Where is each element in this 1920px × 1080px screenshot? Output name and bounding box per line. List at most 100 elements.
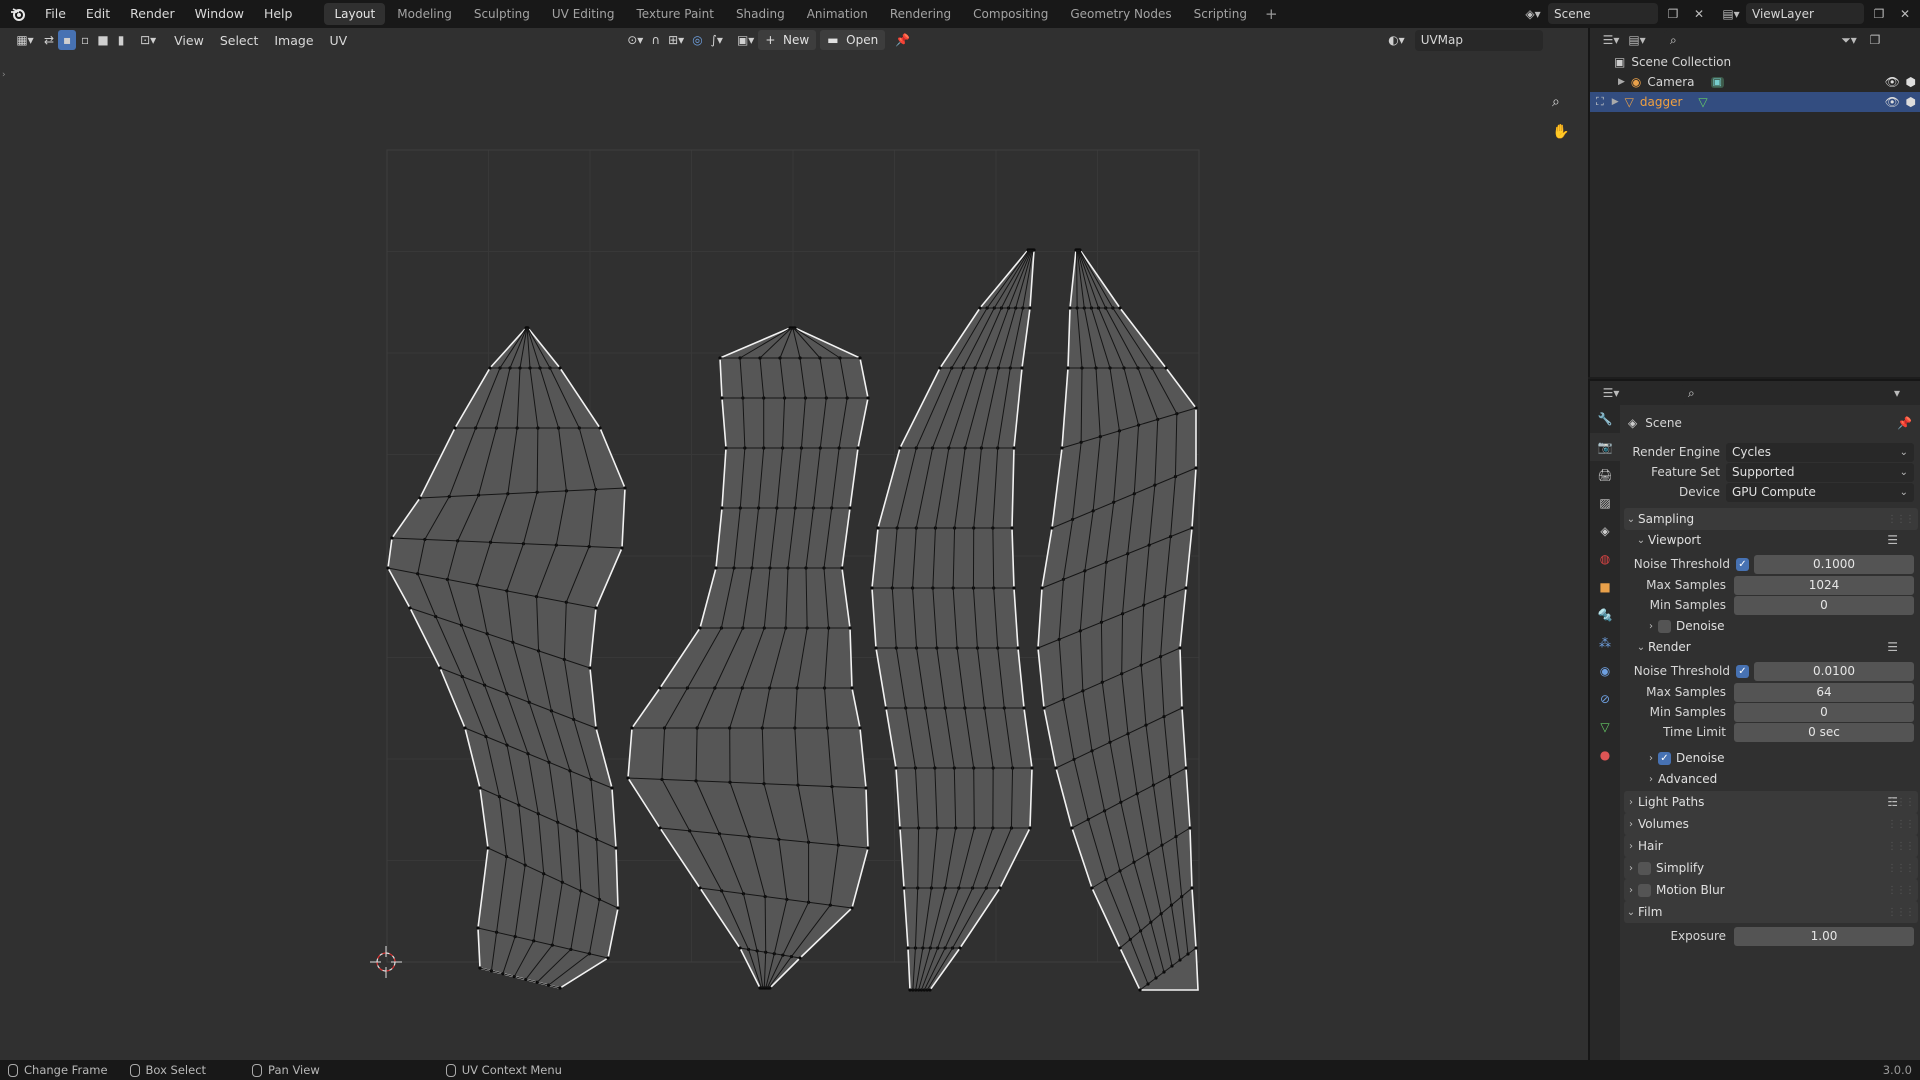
tab-rendering[interactable]: Rendering bbox=[880, 3, 961, 25]
viewport-noise-field[interactable]: 0.1000 bbox=[1754, 554, 1914, 574]
render-engine-dropdown[interactable]: Cycles ⌄ bbox=[1726, 442, 1914, 462]
denoise-checkbox[interactable]: ✓ bbox=[1658, 751, 1671, 765]
uv-editor[interactable]: ▦▾ ⇄ ▪ ▫ ■ ▮ ⊡▾ View Select Image UV ⊙▾ … bbox=[0, 28, 1588, 1060]
tab-uv-editing[interactable]: UV Editing bbox=[542, 3, 625, 25]
drag-grip-icon[interactable]: ⋮⋮⋮ bbox=[1887, 863, 1915, 874]
data-tab-icon[interactable]: ▽ bbox=[1590, 713, 1620, 741]
tab-shading[interactable]: Shading bbox=[726, 3, 795, 25]
blender-logo-icon[interactable] bbox=[5, 1, 31, 27]
filter-icon[interactable]: ⏷▾ bbox=[1838, 30, 1860, 51]
vertex-select-icon[interactable]: ▪ bbox=[58, 30, 77, 50]
render-subpanel-header[interactable]: ⌄ Render ☰ bbox=[1634, 637, 1918, 657]
image-browse-icon[interactable]: ▣▾ bbox=[733, 30, 758, 50]
world-tab-icon[interactable]: ◍ bbox=[1590, 545, 1620, 573]
face-select-icon[interactable]: ■ bbox=[94, 30, 112, 50]
hair-panel-header[interactable]: › Hair ⋮⋮⋮ bbox=[1624, 835, 1918, 857]
expand-arrow-icon[interactable]: ▶ bbox=[1618, 77, 1625, 87]
menu-render[interactable]: Render bbox=[120, 1, 185, 27]
snap-target-icon[interactable]: ⊞▾ bbox=[664, 30, 688, 50]
light-paths-panel-header[interactable]: › Light Paths ☰ ⋮⋮⋮ bbox=[1624, 791, 1918, 813]
tab-scripting[interactable]: Scripting bbox=[1184, 3, 1257, 25]
viewlayer-name-field[interactable]: ViewLayer bbox=[1746, 3, 1864, 24]
drag-grip-icon[interactable]: ⋮⋮⋮ bbox=[1887, 797, 1915, 808]
viewlayer-browse-icon[interactable]: ▤▾ bbox=[1720, 3, 1742, 24]
edge-select-icon[interactable]: ▫ bbox=[76, 30, 94, 50]
device-dropdown[interactable]: GPU Compute ⌄ bbox=[1726, 482, 1914, 502]
scene-name-field[interactable]: Scene bbox=[1548, 3, 1658, 24]
sampling-panel-header[interactable]: ⌄ Sampling ⋮⋮⋮ bbox=[1624, 508, 1918, 530]
scene-browse-icon[interactable]: ◈▾ bbox=[1522, 3, 1544, 24]
snap-icon[interactable]: ∩ bbox=[647, 30, 664, 50]
visibility-eye-icon[interactable]: 👁 bbox=[1885, 95, 1900, 109]
new-image-button[interactable]: + New bbox=[758, 30, 817, 50]
sync-selection-icon[interactable]: ⇄ bbox=[40, 30, 58, 50]
menu-window[interactable]: Window bbox=[185, 1, 254, 27]
menu-file[interactable]: File bbox=[35, 1, 76, 27]
view-layer-tab-icon[interactable]: ▨ bbox=[1590, 489, 1620, 517]
uv-canvas[interactable] bbox=[0, 28, 1588, 1060]
edit-mode-icon[interactable]: ⛶ bbox=[1596, 95, 1604, 109]
menu-edit[interactable]: Edit bbox=[76, 1, 120, 27]
editor-type-icon[interactable]: ▦▾ bbox=[10, 30, 40, 50]
tool-tab-icon[interactable]: 🔧 bbox=[1590, 405, 1620, 433]
tab-compositing[interactable]: Compositing bbox=[963, 3, 1058, 25]
outliner-item-dagger[interactable]: ⛶ ▶ ▽ dagger ▽ 👁 ⬢ bbox=[1590, 92, 1920, 112]
pivot-icon[interactable]: ⊙▾ bbox=[623, 30, 647, 50]
delete-viewlayer-icon[interactable]: ✕ bbox=[1894, 3, 1916, 24]
advanced-subpanel-header[interactable]: › Advanced bbox=[1644, 769, 1920, 789]
noise-threshold-checkbox[interactable]: ✓ bbox=[1736, 557, 1749, 571]
tab-geometry-nodes[interactable]: Geometry Nodes bbox=[1060, 3, 1181, 25]
volumes-panel-header[interactable]: › Volumes ⋮⋮⋮ bbox=[1624, 813, 1918, 835]
physics-tab-icon[interactable]: ◉ bbox=[1590, 657, 1620, 685]
tab-layout[interactable]: Layout bbox=[324, 3, 386, 25]
motion-blur-panel-header[interactable]: › Motion Blur ⋮⋮⋮ bbox=[1624, 879, 1918, 901]
film-panel-header[interactable]: ⌄ Film ⋮⋮⋮ bbox=[1624, 901, 1918, 923]
render-max-samples-field[interactable]: 64 bbox=[1734, 682, 1914, 702]
drag-grip-icon[interactable]: ⋮⋮⋮ bbox=[1887, 907, 1915, 918]
display-mode-icon[interactable]: ▤▾ bbox=[1626, 30, 1648, 51]
properties-type-icon[interactable]: ☰▾ bbox=[1600, 383, 1622, 404]
simplify-checkbox[interactable] bbox=[1638, 861, 1651, 875]
feature-set-dropdown[interactable]: Supported ⌄ bbox=[1726, 462, 1914, 482]
properties-search-input[interactable]: ⌕ bbox=[1682, 382, 1792, 404]
render-denoise-row[interactable]: › ✓ Denoise bbox=[1644, 748, 1920, 768]
output-tab-icon[interactable]: 🖨 bbox=[1590, 461, 1620, 489]
pan-hand-icon[interactable]: ✋ bbox=[1552, 124, 1570, 142]
object-tab-icon[interactable]: ■ bbox=[1590, 573, 1620, 601]
tab-texture-paint[interactable]: Texture Paint bbox=[627, 3, 724, 25]
motion-blur-checkbox[interactable] bbox=[1638, 883, 1651, 897]
outliner-search-input[interactable]: ⌕ bbox=[1664, 29, 1782, 51]
constraints-tab-icon[interactable]: ⊘ bbox=[1590, 685, 1620, 713]
menu-image[interactable]: Image bbox=[266, 33, 321, 48]
tab-sculpting[interactable]: Sculpting bbox=[464, 3, 540, 25]
simplify-panel-header[interactable]: › Simplify ⋮⋮⋮ bbox=[1624, 857, 1918, 879]
properties-options-icon[interactable]: ▾ bbox=[1886, 383, 1908, 404]
overlays-icon[interactable]: ◐▾ bbox=[1384, 30, 1409, 50]
menu-view[interactable]: View bbox=[166, 33, 212, 48]
tab-animation[interactable]: Animation bbox=[797, 3, 878, 25]
viewport-min-samples-field[interactable]: 0 bbox=[1734, 595, 1914, 615]
render-noise-field[interactable]: 0.0100 bbox=[1754, 661, 1914, 681]
particles-tab-icon[interactable]: ⁂ bbox=[1590, 629, 1620, 657]
uvmap-field[interactable]: UVMap bbox=[1414, 29, 1543, 51]
proportional-edit-icon[interactable]: ◎ bbox=[688, 30, 706, 50]
expand-arrow-icon[interactable]: ▶ bbox=[1612, 97, 1619, 107]
presets-list-icon[interactable]: ☰ bbox=[1887, 640, 1898, 654]
new-viewlayer-icon[interactable]: ❐ bbox=[1868, 3, 1890, 24]
island-select-icon[interactable]: ▮ bbox=[112, 30, 130, 50]
open-image-button[interactable]: ▬ Open bbox=[820, 30, 886, 50]
toolbar-toggle-icon[interactable]: › bbox=[2, 70, 6, 80]
pin-icon[interactable]: 📌 bbox=[1897, 416, 1912, 430]
render-min-samples-field[interactable]: 0 bbox=[1734, 702, 1914, 722]
new-scene-icon[interactable]: ❐ bbox=[1662, 3, 1684, 24]
drag-grip-icon[interactable]: ⋮⋮⋮ bbox=[1887, 885, 1915, 896]
drag-grip-icon[interactable]: ⋮⋮⋮ bbox=[1887, 514, 1915, 525]
drag-grip-icon[interactable]: ⋮⋮⋮ bbox=[1887, 841, 1915, 852]
outliner-item-camera[interactable]: ▶ ◉ Camera ▣ 👁 ⬢ bbox=[1590, 72, 1920, 92]
render-camera-icon[interactable]: ⬢ bbox=[1906, 75, 1916, 89]
tab-modeling[interactable]: Modeling bbox=[387, 3, 462, 25]
add-workspace-icon[interactable]: + bbox=[1259, 5, 1284, 23]
visibility-eye-icon[interactable]: 👁 bbox=[1885, 75, 1900, 89]
time-limit-field[interactable]: 0 sec bbox=[1734, 722, 1914, 742]
zoom-icon[interactable]: ⌕ bbox=[1552, 94, 1570, 112]
